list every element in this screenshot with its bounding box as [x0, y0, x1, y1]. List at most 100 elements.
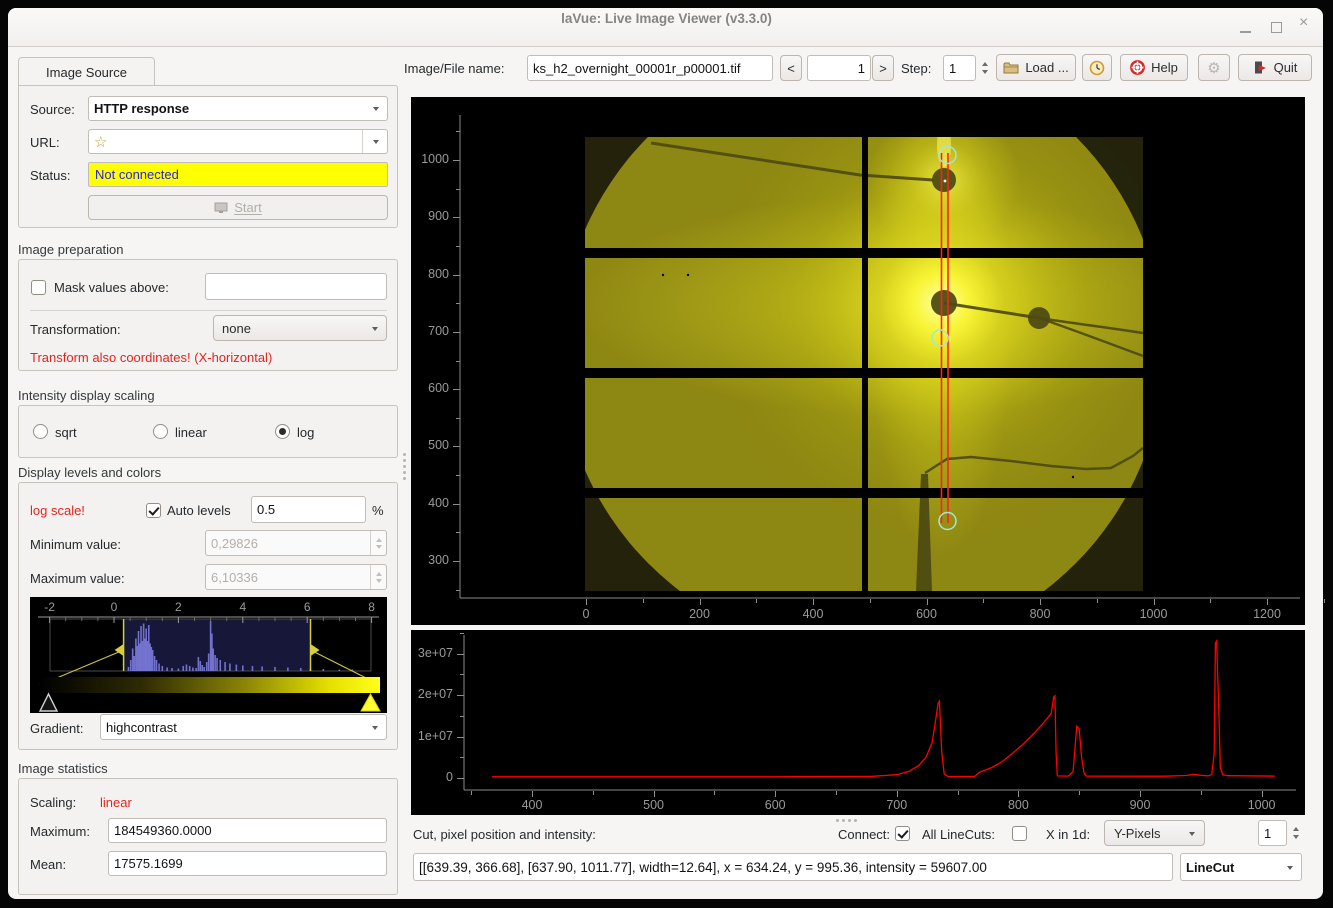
file-name-label: Image/File name:	[404, 61, 504, 76]
tick-mark	[927, 599, 928, 605]
profile-canvas	[411, 630, 1305, 815]
next-image-button[interactable]: >	[872, 55, 894, 81]
tick-mark	[643, 599, 644, 603]
tick-mark	[471, 791, 472, 795]
spin-down-icon	[982, 70, 988, 74]
tick-mark	[456, 131, 460, 132]
quit-button[interactable]: Quit	[1238, 54, 1312, 81]
status-field: Not connected	[88, 162, 388, 187]
stat-scaling-value: linear	[100, 795, 132, 810]
x-in-1d-combobox[interactable]: Y-Pixels	[1104, 820, 1205, 846]
levels-histogram-widget[interactable]: -202468	[30, 597, 387, 713]
radio-linear[interactable]	[153, 424, 168, 439]
maximum-spinbox[interactable]: 6,10336	[205, 564, 387, 590]
minimize-icon	[1240, 31, 1251, 33]
minimum-label: Minimum value:	[30, 537, 121, 552]
tick-label: 1200	[1242, 607, 1292, 621]
maximum-label: Maximum value:	[30, 571, 125, 586]
auto-levels-label: Auto levels	[167, 503, 231, 518]
tick-mark	[453, 561, 460, 562]
all-linecuts-checkbox[interactable]	[1012, 826, 1027, 841]
gradient-combobox[interactable]: highcontrast	[100, 714, 387, 740]
maximize-button[interactable]	[1268, 19, 1284, 35]
minimize-button[interactable]	[1238, 19, 1254, 35]
plot-splitter-handle[interactable]	[836, 819, 857, 823]
tick-label: 500	[629, 798, 679, 812]
linecut-count-spinner[interactable]	[1288, 820, 1303, 846]
image-2d-plot[interactable]: 0200400600800100012003004005006007008009…	[411, 97, 1305, 625]
gradient-label: Gradient:	[30, 721, 83, 736]
tick-mark	[456, 189, 460, 190]
tick-mark	[460, 716, 464, 717]
window-title: laVue: Live Image Viewer (v3.3.0)	[0, 11, 1333, 26]
tick-mark	[453, 332, 460, 333]
reload-timer-button[interactable]	[1082, 54, 1112, 81]
cut-info-field[interactable]: [[639.39, 366.68], [637.90, 1011.77], wi…	[413, 853, 1173, 881]
svg-text:6: 6	[304, 600, 311, 614]
url-combobox[interactable]: ☆	[88, 129, 388, 154]
transformation-combobox[interactable]: none	[213, 315, 387, 341]
image-index-input[interactable]: 1	[807, 55, 871, 81]
tick-mark	[1097, 599, 1098, 603]
radio-linear-label: linear	[175, 425, 207, 440]
close-button[interactable]: ×	[1299, 14, 1315, 30]
spin-up-icon	[1293, 827, 1299, 831]
tick-mark	[870, 599, 871, 603]
linecut-1d-plot[interactable]: 400500600700800900100001e+072e+073e+07	[411, 630, 1305, 815]
tick-label: 800	[1015, 607, 1065, 621]
source-label: Source:	[30, 102, 75, 117]
settings-button[interactable]: ⚙	[1198, 54, 1230, 81]
minimum-spinbox[interactable]: 0,29826	[205, 530, 387, 556]
radio-sqrt[interactable]	[33, 424, 48, 439]
combo-separator	[362, 130, 363, 154]
start-button[interactable]: Start	[88, 195, 388, 220]
panel-splitter-handle[interactable]	[403, 453, 407, 480]
step-spinner[interactable]	[977, 55, 992, 81]
tick-label: 1000	[1129, 607, 1179, 621]
radio-sqrt-label: sqrt	[55, 425, 77, 440]
close-icon: ×	[1299, 14, 1308, 31]
tick-label: 900	[1115, 798, 1165, 812]
auto-levels-checkbox[interactable]	[146, 503, 161, 518]
tick-mark	[460, 633, 464, 634]
chevron-down-icon	[1189, 832, 1195, 836]
tick-mark	[654, 791, 655, 797]
help-button[interactable]: Help	[1120, 54, 1188, 81]
transformation-label: Transformation:	[30, 322, 121, 337]
source-combobox[interactable]: HTTP response	[88, 96, 388, 121]
file-name-input[interactable]: ks_h2_overnight_00001r_p00001.tif	[527, 55, 773, 81]
tick-mark	[456, 590, 460, 591]
tool-combobox[interactable]: LineCut	[1180, 853, 1302, 881]
tick-label: 500	[411, 438, 449, 452]
auto-levels-input[interactable]: 0.5	[251, 496, 366, 523]
load-button[interactable]: Load ...	[996, 54, 1076, 81]
mask-label: Mask values above:	[54, 280, 169, 295]
tick-mark	[1079, 791, 1080, 795]
step-input[interactable]: 1	[943, 55, 976, 81]
prev-image-button[interactable]: <	[780, 55, 802, 81]
mask-value-input[interactable]	[205, 273, 387, 300]
connect-checkbox[interactable]	[895, 826, 910, 841]
tick-label: 600	[750, 798, 800, 812]
tick-mark	[983, 599, 984, 603]
linecut-count-input[interactable]: 1	[1258, 820, 1287, 846]
spinner-arrows	[370, 565, 386, 589]
tab-image-source[interactable]: Image Source	[18, 57, 155, 87]
tick-mark	[457, 695, 464, 696]
x-in-1d-label: X in 1d:	[1046, 827, 1090, 842]
mask-checkbox[interactable]	[31, 280, 46, 295]
chevron-down-icon	[1287, 866, 1293, 870]
intensity-scaling-title: Intensity display scaling	[18, 388, 155, 403]
tick-label: 1e+07	[411, 729, 453, 743]
tick-mark	[1324, 599, 1325, 603]
tick-mark	[460, 674, 464, 675]
tick-mark	[532, 791, 533, 797]
tick-mark	[460, 757, 464, 758]
display-levels-title: Display levels and colors	[18, 465, 161, 480]
tick-mark	[836, 791, 837, 795]
url-label: URL:	[30, 135, 60, 150]
tick-mark	[1040, 599, 1041, 605]
tick-mark	[456, 246, 460, 247]
tick-label: 300	[411, 553, 449, 567]
radio-log[interactable]	[275, 424, 290, 439]
